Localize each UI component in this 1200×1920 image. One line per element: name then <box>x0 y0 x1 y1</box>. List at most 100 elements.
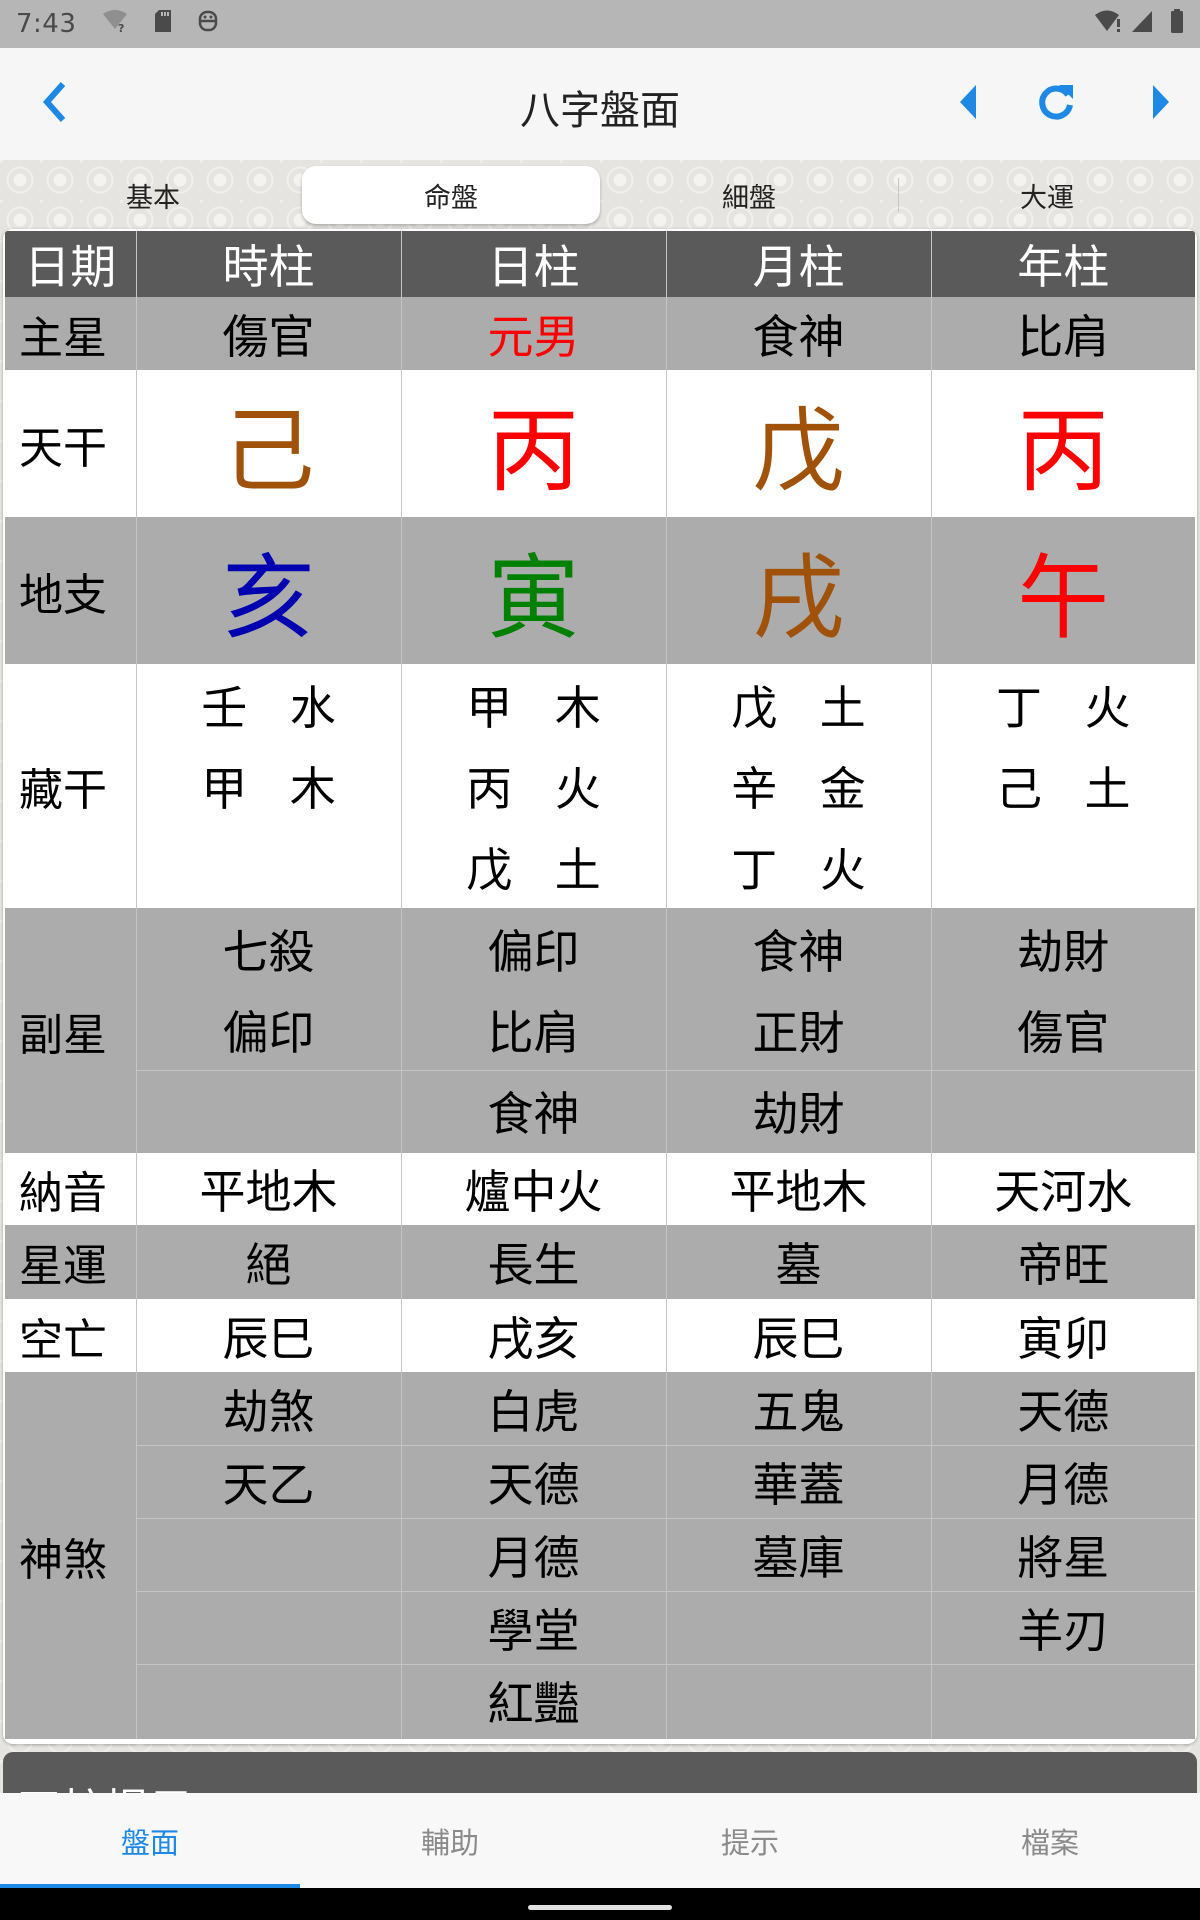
row-label: 主星 <box>5 297 136 370</box>
nav-tab-tips[interactable]: 提示 <box>600 1793 900 1888</box>
row-label: 神煞 <box>5 1372 136 1739</box>
app-bar: 八字盤面 <box>0 48 1200 160</box>
nav-tab-auxiliary[interactable]: 輔助 <box>300 1793 600 1888</box>
sd-card-icon <box>154 9 172 40</box>
sub-star-item: 劫財 <box>666 1070 931 1151</box>
status-bar: 7:43 ? <box>0 0 1200 48</box>
spirit-item: 五鬼 <box>752 1384 845 1439</box>
hidden-stem-item: 丁 火 <box>731 842 880 897</box>
earthly-branch-cell: 亥 <box>135 517 401 664</box>
sub-star-group: 食神 正財 <box>667 908 931 1070</box>
nayin-cell: 平地木 <box>135 1153 401 1225</box>
sub-star-item <box>136 1070 401 1151</box>
spirits-cell: 白虎 天德 月德 學堂 紅豔 <box>400 1372 666 1739</box>
spirit-item <box>136 1591 401 1664</box>
hidden-stem-item: 甲 木 <box>201 761 350 816</box>
segment-major-fortune[interactable]: 大運 <box>898 166 1196 224</box>
triangle-right-icon <box>1151 82 1171 126</box>
sub-star-item <box>931 1070 1195 1151</box>
next-button[interactable] <box>1126 69 1196 139</box>
status-time: 7:43 <box>16 9 77 39</box>
sub-star-item: 偏印 <box>222 1005 315 1060</box>
nav-tab-chart[interactable]: 盤面 <box>0 1793 300 1888</box>
earthly-branch-row: 地支 亥 寅 戌 午 <box>5 517 1195 664</box>
sub-star-group: 七殺 偏印 <box>137 908 401 1070</box>
void-cell: 寅卯 <box>930 1299 1195 1372</box>
main-star-row: 主星 傷官 元男 食神 比肩 <box>5 297 1195 370</box>
nav-tab-label: 盤面 <box>120 1825 179 1860</box>
hidden-stem-item: 丙 火 <box>466 761 615 816</box>
refresh-button[interactable] <box>1021 69 1091 139</box>
spirit-item: 將星 <box>931 1518 1195 1591</box>
row-label: 納音 <box>5 1153 136 1225</box>
void-cell: 戌亥 <box>400 1299 666 1372</box>
spirit-item: 墓庫 <box>666 1518 931 1591</box>
void-cell: 辰巳 <box>135 1299 401 1372</box>
wifi-alert-icon <box>1094 9 1124 40</box>
row-label: 天干 <box>5 370 136 517</box>
hidden-stems-cell: 壬 水甲 木 <box>135 664 401 908</box>
row-label: 藏干 <box>5 664 136 908</box>
cell-signal-icon <box>1130 9 1154 40</box>
spirits-cell: 天德 月德 將星 羊刃 <box>930 1372 1195 1739</box>
hidden-stems-cell: 丁 火己 土 <box>930 664 1195 908</box>
row-label: 地支 <box>5 517 136 664</box>
main-star-cell: 元男 <box>400 297 666 370</box>
nav-tab-files[interactable]: 檔案 <box>900 1793 1200 1888</box>
nav-tab-label: 提示 <box>720 1825 779 1860</box>
sub-star-group: 偏印 比肩 <box>402 908 666 1070</box>
spirit-item: 羊刃 <box>931 1591 1195 1664</box>
earthly-branch-cell: 寅 <box>400 517 666 664</box>
spirit-item <box>136 1664 401 1737</box>
main-star-cell: 食神 <box>665 297 931 370</box>
heavenly-stem-row: 天干 己 丙 戊 丙 <box>5 370 1195 517</box>
sub-star-cell: 食神 正財 劫財 <box>665 908 931 1153</box>
sub-star-item: 比肩 <box>487 1005 580 1060</box>
sub-star-item: 正財 <box>752 1005 845 1060</box>
row-label: 空亡 <box>5 1299 136 1372</box>
main-star-cell: 傷官 <box>135 297 401 370</box>
nayin-cell: 平地木 <box>665 1153 931 1225</box>
void-cell: 辰巳 <box>665 1299 931 1372</box>
star-fortune-cell: 長生 <box>400 1225 666 1299</box>
star-fortune-cell: 墓 <box>665 1225 931 1299</box>
segment-detail[interactable]: 細盤 <box>600 166 898 224</box>
heavenly-stem-cell: 己 <box>135 370 401 517</box>
spirit-item: 天乙 <box>136 1445 401 1518</box>
spirit-item: 紅豔 <box>401 1664 666 1737</box>
segmented-control: 基本 命盤 細盤 大運 <box>0 160 1200 230</box>
earthly-branch-cell: 戌 <box>665 517 931 664</box>
sub-star-group: 劫財 傷官 <box>932 908 1196 1070</box>
hidden-stem-item: 己 土 <box>995 761 1145 816</box>
star-fortune-cell: 絕 <box>135 1225 401 1299</box>
hidden-stem-item: 丁 火 <box>995 680 1145 735</box>
row-label: 副星 <box>5 908 136 1153</box>
sub-star-item: 食神 <box>752 924 845 979</box>
nayin-row: 納音 平地木 爐中火 平地木 天河水 <box>5 1153 1195 1225</box>
sub-star-row: 副星 七殺 偏印 偏印 比肩 食神 食神 正財 劫財 劫財 傷官 <box>5 908 1195 1153</box>
spirit-item: 天德 <box>401 1445 666 1518</box>
spirit-item: 白虎 <box>487 1384 580 1439</box>
sub-star-cell: 劫財 傷官 <box>930 908 1196 1153</box>
spirits-cell: 劫煞 天乙 <box>135 1372 401 1739</box>
nav-tab-label: 輔助 <box>420 1825 479 1860</box>
previous-button[interactable] <box>933 69 1003 139</box>
spirit-item: 天德 <box>1017 1384 1110 1439</box>
home-gesture-handle[interactable] <box>528 1905 672 1910</box>
header-hour-pillar: 時柱 <box>135 231 401 297</box>
hidden-stems-cell: 戊 土辛 金丁 火 <box>665 664 931 908</box>
segment-chart[interactable]: 命盤 <box>302 166 600 224</box>
bottom-navigation: 盤面 輔助 提示 檔案 <box>0 1793 1200 1888</box>
page-title: 八字盤面 <box>520 88 680 134</box>
sub-star-cell: 七殺 偏印 <box>135 908 401 1153</box>
spirit-item: 劫煞 <box>222 1384 315 1439</box>
segment-basic[interactable]: 基本 <box>4 166 302 224</box>
heavenly-stem-cell: 戊 <box>665 370 931 517</box>
triangle-left-icon <box>958 82 978 126</box>
header-month-pillar: 月柱 <box>665 231 931 297</box>
sub-star-item: 劫財 <box>1017 924 1110 979</box>
app-notification-icon <box>198 8 218 41</box>
back-button[interactable] <box>20 69 90 139</box>
wifi-unknown-icon: ? <box>102 9 128 40</box>
sub-star-item: 傷官 <box>1017 1005 1110 1060</box>
